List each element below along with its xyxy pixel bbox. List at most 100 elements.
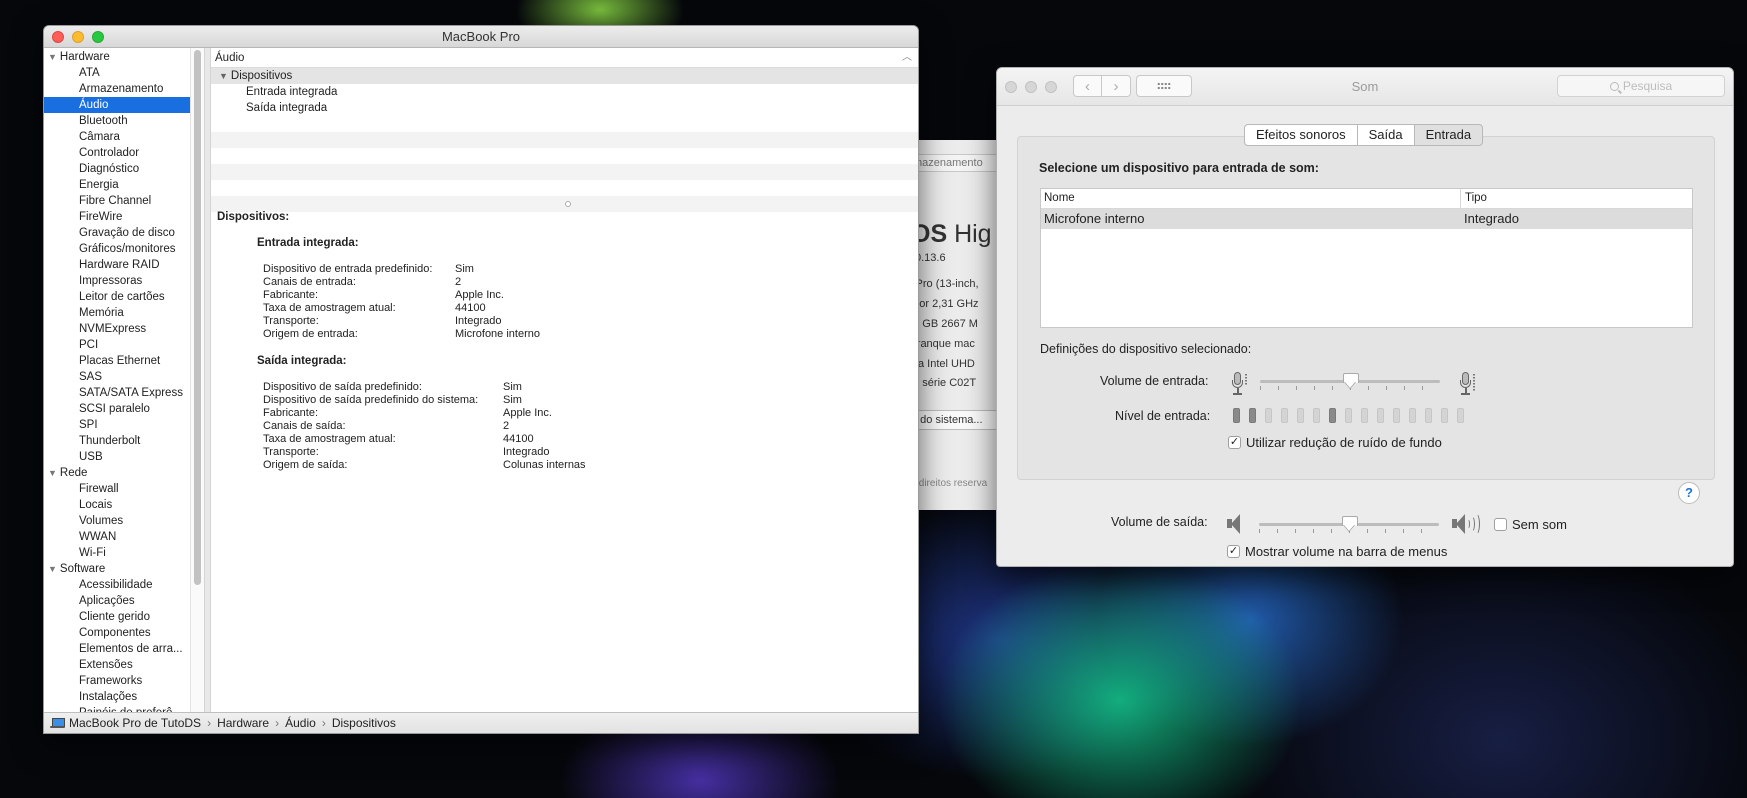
sidebar-item[interactable]: Diagnóstico <box>44 161 204 177</box>
toolbar[interactable]: ‹ › Som Pesquisa <box>997 68 1733 106</box>
checkbox[interactable]: ✓ <box>1228 436 1241 449</box>
search-input[interactable]: Pesquisa <box>1557 75 1725 97</box>
sidebar-item-label: Aplicações <box>79 595 135 607</box>
breadcrumb-item[interactable]: Dispositivos <box>332 713 396 733</box>
disclosure-triangle-icon[interactable]: ▼ <box>48 52 57 62</box>
sidebar-item[interactable]: Locais <box>44 497 204 513</box>
sidebar-item-label: Thunderbolt <box>79 435 141 447</box>
sidebar-item[interactable]: SAS <box>44 369 204 385</box>
sidebar-item-label: Energia <box>79 179 119 191</box>
property-value: Sim <box>503 381 522 393</box>
sidebar-item[interactable]: FireWire <box>44 209 204 225</box>
sidebar-item[interactable]: WWAN <box>44 529 204 545</box>
sidebar-item[interactable]: Placas Ethernet <box>44 353 204 369</box>
sidebar-item-label: Hardware RAID <box>79 259 160 271</box>
sidebar-category[interactable]: ▼ Rede <box>44 465 204 481</box>
sidebar-item[interactable]: Frameworks <box>44 673 204 689</box>
chevron-up-icon[interactable]: ︿ <box>902 48 912 68</box>
minimize-button[interactable] <box>72 31 84 43</box>
column-header-type[interactable]: Tipo <box>1461 189 1487 208</box>
sidebar-item[interactable]: NVMExpress <box>44 321 204 337</box>
checkbox[interactable]: ✓ <box>1227 545 1240 558</box>
sidebar-item[interactable]: Áudio <box>44 97 190 113</box>
sidebar-item[interactable]: USB <box>44 449 204 465</box>
sidebar-item[interactable]: Hardware RAID <box>44 257 204 273</box>
sidebar-item[interactable]: SPI <box>44 417 204 433</box>
checkbox[interactable] <box>1494 518 1507 531</box>
scrollbar-thumb[interactable] <box>194 50 201 585</box>
show-volume-menubar-checkbox[interactable]: ✓ Mostrar volume na barra de menus <box>1227 544 1447 559</box>
tab-input[interactable]: Entrada <box>1413 124 1484 146</box>
sidebar-item-label: Componentes <box>79 627 151 639</box>
close-button[interactable] <box>52 31 64 43</box>
sidebar-item[interactable]: Painéis de preferê... <box>44 705 204 712</box>
list-header[interactable]: Áudio ︿ <box>211 48 918 68</box>
sidebar-item[interactable]: Bluetooth <box>44 113 204 129</box>
sidebar-item[interactable]: PCI <box>44 337 204 353</box>
sidebar-item[interactable]: Acessibilidade <box>44 577 204 593</box>
list-item[interactable]: Entrada integrada <box>211 84 918 100</box>
sidebar-item[interactable]: Gravação de disco <box>44 225 204 241</box>
input-panel: Selecione um dispositivo para entrada de… <box>1017 136 1715 504</box>
zoom-button[interactable] <box>92 31 104 43</box>
sidebar-item-label: Frameworks <box>79 675 143 687</box>
mute-checkbox[interactable]: Sem som <box>1494 517 1567 532</box>
property-value: Colunas internas <box>503 459 586 471</box>
sidebar-item[interactable]: Thunderbolt <box>44 433 204 449</box>
sidebar-item[interactable]: Leitor de cartões <box>44 289 204 305</box>
disclosure-triangle-icon[interactable]: ▼ <box>48 564 57 574</box>
sidebar-item[interactable]: Elementos de arra... <box>44 641 204 657</box>
sidebar-item[interactable]: Componentes <box>44 625 204 641</box>
sidebar-item[interactable]: ATA <box>44 65 204 81</box>
sidebar-item[interactable]: SATA/SATA Express <box>44 385 204 401</box>
output-volume-slider[interactable] <box>1259 514 1439 534</box>
sidebar-category[interactable]: ▼ Software <box>44 561 204 577</box>
sidebar-item[interactable]: Cliente gerido <box>44 609 204 625</box>
sidebar-item[interactable]: Fibre Channel <box>44 193 204 209</box>
sidebar-item[interactable]: Câmara <box>44 129 204 145</box>
breadcrumb-item[interactable]: MacBook Pro de TutoDS <box>69 713 201 733</box>
sidebar-category[interactable]: ▼ Hardware <box>44 49 204 65</box>
sidebar-item-label: Cliente gerido <box>79 611 150 623</box>
sidebar-item[interactable]: SCSI paralelo <box>44 401 204 417</box>
breadcrumb-separator: › <box>275 716 280 730</box>
breadcrumb-item[interactable]: Áudio <box>285 713 316 733</box>
sidebar-item[interactable]: Controlador <box>44 145 204 161</box>
sidebar-item[interactable]: Volumes <box>44 513 204 529</box>
sidebar-item[interactable]: Wi-Fi <box>44 545 204 561</box>
disclosure-triangle-icon[interactable]: ▼ <box>48 468 57 478</box>
slider-knob[interactable] <box>1343 373 1359 389</box>
property-value: Integrado <box>503 446 550 458</box>
sidebar-item[interactable]: Impressoras <box>44 273 204 289</box>
disclosure-triangle-icon[interactable]: ▼ <box>219 71 228 81</box>
titlebar[interactable]: MacBook Pro <box>44 26 918 48</box>
sidebar-item[interactable]: Instalações <box>44 689 204 705</box>
level-segment <box>1297 408 1304 423</box>
help-button[interactable]: ? <box>1678 482 1700 504</box>
tab-output[interactable]: Saída <box>1356 124 1415 146</box>
tab-effects[interactable]: Efeitos sonoros <box>1244 124 1358 146</box>
list-item[interactable]: Saída integrada <box>211 100 918 116</box>
search-icon <box>1609 82 1619 91</box>
input-properties: Dispositivo de entrada predefinido: Sim Ca… <box>217 263 912 341</box>
noise-reduction-checkbox[interactable]: ✓ Utilizar redução de ruído de fundo <box>1228 435 1442 450</box>
table-row[interactable]: Microfone interno Integrado <box>1041 209 1692 229</box>
sidebar-item-label: USB <box>79 451 103 463</box>
sidebar-item[interactable]: Firewall <box>44 481 204 497</box>
sidebar-scrollbar[interactable] <box>190 48 204 712</box>
sidebar-item[interactable]: Memória <box>44 305 204 321</box>
list-group-devices[interactable]: ▼ Dispositivos <box>211 68 918 84</box>
input-section-title: Entrada integrada: <box>257 237 359 249</box>
sidebar-item[interactable]: Energia <box>44 177 204 193</box>
os-name: OS Hig <box>911 220 992 248</box>
slider-knob[interactable] <box>1342 516 1358 532</box>
level-segment <box>1281 408 1288 423</box>
sidebar-item[interactable]: Extensões <box>44 657 204 673</box>
checkbox-label: Utilizar redução de ruído de fundo <box>1246 435 1442 450</box>
column-header-name[interactable]: Nome <box>1041 189 1461 208</box>
sidebar-item[interactable]: Armazenamento <box>44 81 204 97</box>
input-volume-slider[interactable] <box>1260 371 1440 391</box>
breadcrumb-item[interactable]: Hardware <box>217 713 269 733</box>
sidebar-item[interactable]: Gráficos/monitores <box>44 241 204 257</box>
sidebar-item[interactable]: Aplicações <box>44 593 204 609</box>
